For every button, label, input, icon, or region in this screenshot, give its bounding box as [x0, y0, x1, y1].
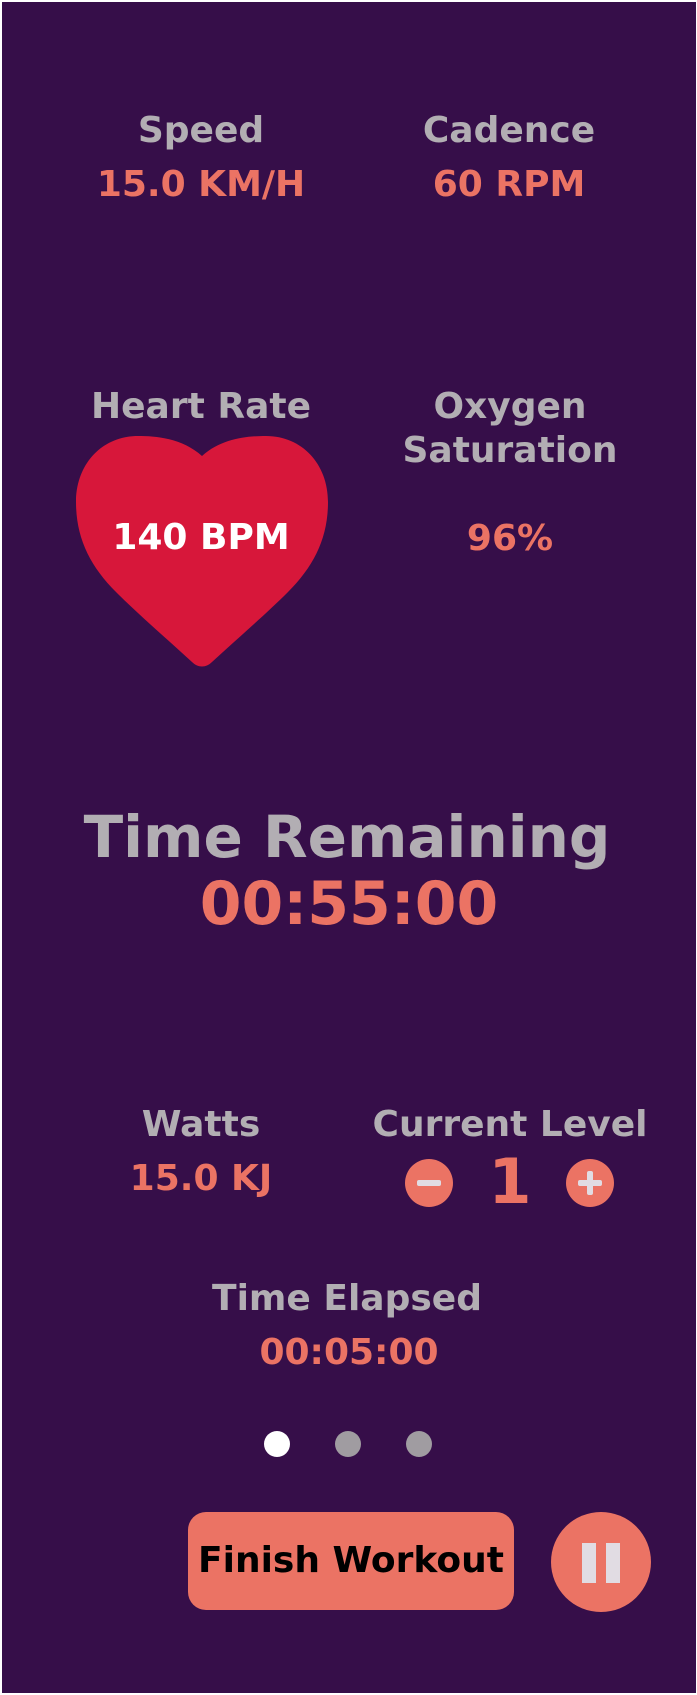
speed-label: Speed — [137, 110, 265, 151]
current-level-value: 1 — [488, 1145, 532, 1218]
minus-icon — [417, 1180, 441, 1186]
time-remaining-label: Time Remaining — [83, 803, 611, 871]
heart-rate-value: 140 BPM — [112, 517, 290, 558]
page-dot[interactable] — [406, 1431, 432, 1457]
workout-screen: Speed 15.0 KM/H Cadence 60 RPM Heart Rat… — [2, 2, 696, 1693]
oxygen-label-line1: Oxygen — [433, 386, 587, 427]
oxygen-label-line2: Saturation — [402, 430, 618, 471]
finish-workout-button[interactable]: Finish Workout — [188, 1512, 514, 1610]
time-elapsed-label: Time Elapsed — [212, 1278, 482, 1319]
increase-level-button[interactable] — [566, 1159, 614, 1207]
time-remaining-value: 00:55:00 — [199, 869, 499, 939]
watts-label: Watts — [141, 1104, 261, 1145]
watts-value: 15.0 KJ — [129, 1158, 273, 1199]
pause-button[interactable] — [551, 1512, 651, 1612]
speed-value: 15.0 KM/H — [96, 164, 306, 205]
page-dot[interactable] — [335, 1431, 361, 1457]
decrease-level-button[interactable] — [405, 1159, 453, 1207]
heart-rate-label: Heart Rate — [91, 386, 311, 427]
cadence-label: Cadence — [422, 110, 596, 151]
oxygen-value: 96% — [466, 518, 554, 559]
cadence-value: 60 RPM — [432, 164, 586, 205]
current-level-label: Current Level — [372, 1104, 648, 1145]
page-dot[interactable] — [264, 1431, 290, 1457]
time-elapsed-value: 00:05:00 — [259, 1332, 439, 1373]
